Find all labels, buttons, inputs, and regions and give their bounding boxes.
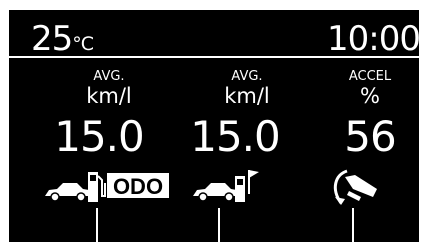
column-marker-2	[218, 208, 220, 242]
accel-value: 56	[344, 112, 396, 161]
fuel-economy-value-2: 15.0	[190, 112, 281, 161]
avg-label-2: AVG.	[231, 69, 263, 84]
temperature-unit: °C	[72, 33, 94, 55]
avg-label-1: AVG.	[93, 69, 125, 84]
unit-label-1: km/l	[86, 84, 132, 108]
car-fuel-refill-icon	[191, 166, 261, 204]
accelerator-pedal-icon	[325, 167, 379, 207]
odo-text: ODO	[113, 174, 163, 199]
clock: 10:00	[327, 19, 419, 59]
temperature-value: 25	[31, 19, 73, 59]
car-fuel-odo-icon: ODO	[43, 170, 173, 204]
display-screen: 25°C 10:00 AVG. km/l 15.0 ODO AVG. km/l …	[9, 10, 419, 242]
column-marker-3	[352, 208, 354, 242]
accel-label: ACCEL	[348, 69, 392, 84]
percent-unit-label: %	[360, 84, 380, 108]
unit-label-2: km/l	[224, 84, 270, 108]
header-divider	[9, 56, 419, 58]
column-marker-1	[96, 208, 98, 242]
fuel-economy-value-1: 15.0	[54, 112, 145, 161]
